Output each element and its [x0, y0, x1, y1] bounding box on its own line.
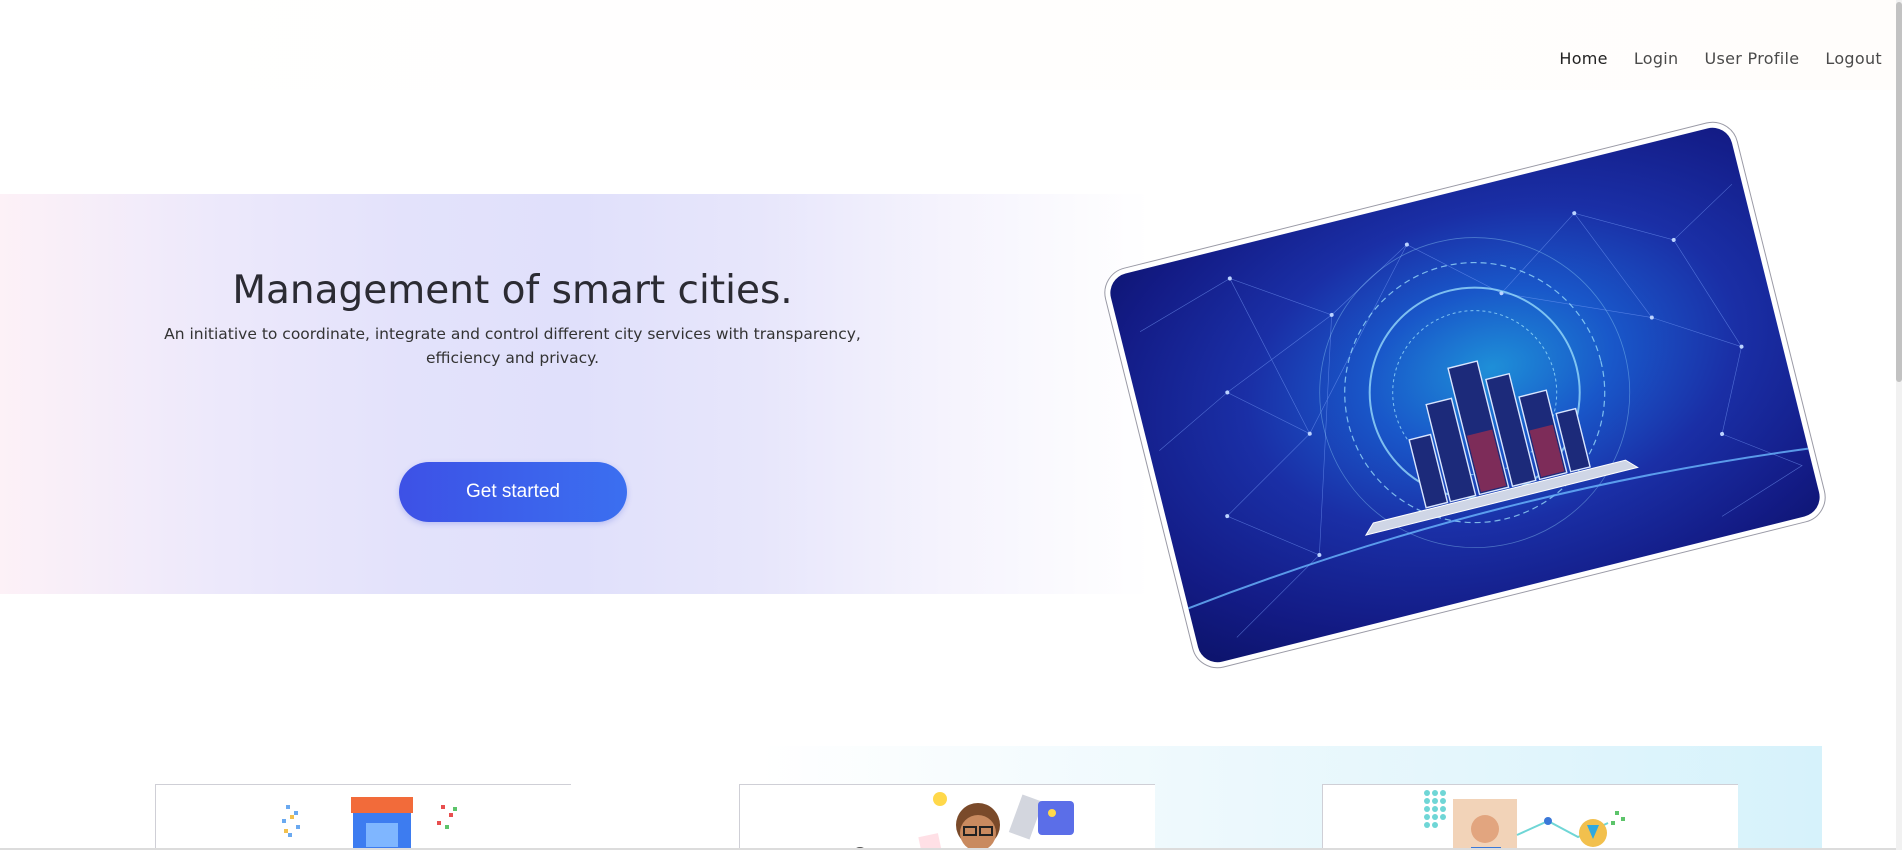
feature-card-video-call[interactable]	[1322, 784, 1738, 850]
hero-subtitle: An initiative to coordinate, integrate a…	[164, 325, 861, 367]
scrollbar-thumb[interactable]	[1896, 2, 1902, 382]
top-nav: Home Login User Profile Logout	[0, 0, 1902, 90]
marketplace-icon	[282, 797, 457, 850]
nav-home-link[interactable]: Home	[1559, 49, 1607, 68]
feature-card-marketplace[interactable]	[155, 784, 571, 850]
nav-links: Home Login User Profile Logout	[1559, 49, 1882, 68]
hero-title: Management of smart cities.	[232, 268, 793, 313]
feature-card-user[interactable]	[739, 784, 1155, 850]
hero-background-band	[0, 194, 1150, 594]
nav-login-link[interactable]: Login	[1634, 49, 1679, 68]
user-avatar-icon	[853, 792, 1074, 850]
get-started-button[interactable]: Get started	[399, 462, 627, 522]
hero-image-card	[1098, 116, 1832, 674]
nav-user-profile-link[interactable]: User Profile	[1705, 49, 1800, 68]
smart-city-laptop-icon	[1106, 123, 1824, 667]
video-call-icon	[1424, 790, 1625, 850]
nav-logout-link[interactable]: Logout	[1825, 49, 1882, 68]
vertical-scrollbar[interactable]	[1896, 0, 1902, 850]
page: Home Login User Profile Logout Managemen…	[0, 0, 1902, 850]
